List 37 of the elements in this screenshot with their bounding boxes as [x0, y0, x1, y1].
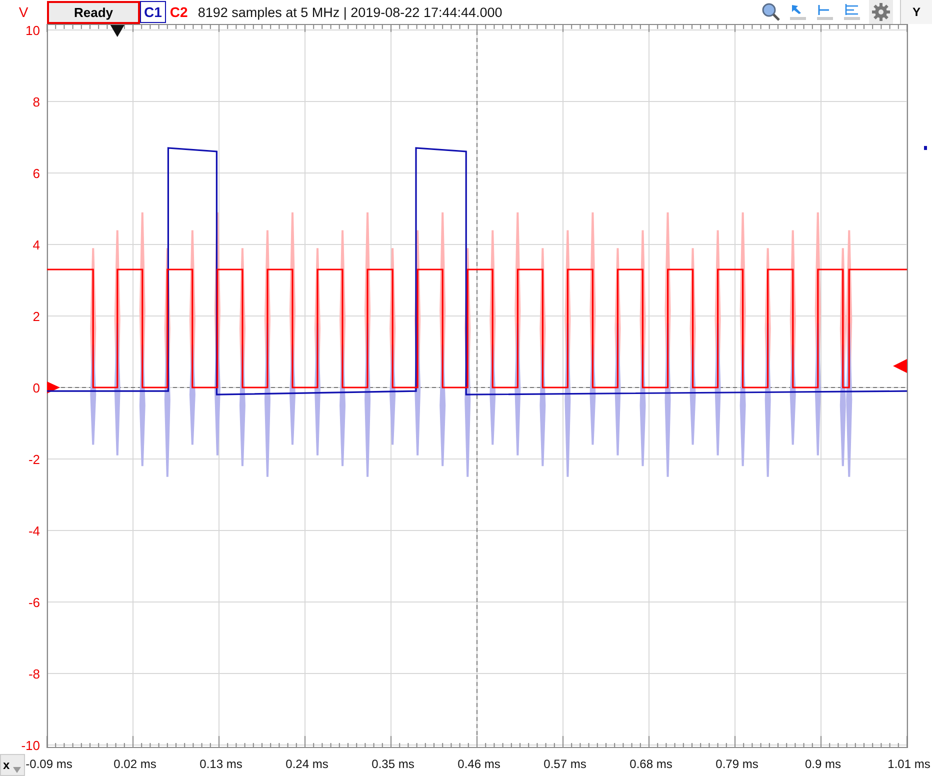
y-unit-label: V [18, 4, 30, 20]
level-marker-icon[interactable] [893, 359, 907, 374]
x-tick-label: 0.9 ms [805, 757, 841, 771]
channel-button[interactable]: C1 [140, 1, 166, 23]
y-tick-label: 6 [32, 166, 40, 181]
cursor-icon[interactable] [788, 2, 808, 22]
y-tick-label: -2 [28, 452, 40, 467]
y-tick-label: -10 [21, 738, 40, 753]
offset-marker-icon[interactable] [47, 382, 60, 394]
x-tick-label: 0.79 ms [716, 757, 758, 771]
status-button[interactable]: Ready [47, 0, 140, 24]
x-tick-label: 0.46 ms [458, 757, 500, 771]
y-axis-button[interactable]: Y [900, 0, 932, 24]
zoom-icon[interactable] [761, 2, 781, 22]
y-tick-label: 4 [32, 238, 40, 252]
ruler-icon[interactable] [815, 2, 835, 22]
y-tick-label: -6 [28, 595, 40, 610]
x-tick-label: 0.68 ms [630, 757, 672, 771]
x-tick-label: 0.57 ms [544, 757, 586, 771]
x-tick-label: -0.09 ms [26, 757, 72, 771]
x-tick-label: 0.02 ms [114, 757, 156, 771]
x-tick-label: 0.13 ms [200, 757, 242, 771]
y-tick-label: -8 [28, 666, 40, 682]
y-tick-label: -4 [28, 524, 40, 538]
y-tick-label: 0 [32, 380, 40, 396]
ruler-icon[interactable] [842, 2, 862, 22]
caret-icon [12, 767, 21, 773]
y-tick-label: 2 [32, 309, 40, 324]
level-marker-icon[interactable] [924, 146, 927, 150]
x-axis-button[interactable]: x [0, 754, 25, 776]
x-tick-label: 0.24 ms [286, 757, 328, 771]
y-tick-label: 10 [26, 24, 40, 38]
y-tick-label: 8 [32, 94, 40, 110]
x-tick-label: 1.01 ms [888, 757, 930, 771]
settings-button[interactable] [869, 0, 893, 24]
x-tick-label: 0.35 ms [372, 757, 414, 771]
acquisition-info: 8192 samples at 5 MHz | 2019-08-22 17:44:44.000 [198, 4, 502, 20]
